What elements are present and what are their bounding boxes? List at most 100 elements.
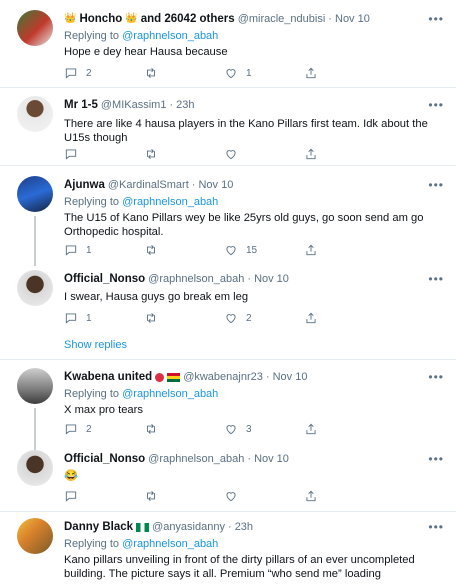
tweet-time[interactable]: · Nov 10: [247, 272, 289, 286]
share-button[interactable]: [304, 310, 384, 326]
retweet-button[interactable]: [144, 310, 224, 326]
tweet-text: 😂: [64, 470, 78, 482]
display-name[interactable]: Official_Nonso: [64, 272, 145, 286]
user-handle[interactable]: @MIKassim1: [101, 98, 167, 112]
tweet-time[interactable]: · 23h: [228, 520, 253, 534]
crown-icon: 👑: [64, 13, 77, 24]
retweet-icon: [147, 149, 155, 159]
reply-button[interactable]: [64, 488, 144, 504]
tweet-text: I swear, Hausa guys go break em leg: [64, 291, 249, 303]
retweet-button[interactable]: [144, 421, 224, 437]
thread-line: [34, 408, 36, 450]
display-name[interactable]: Official_Nonso: [64, 452, 145, 466]
heart-icon: [226, 492, 236, 502]
tweet-2[interactable]: Mr 1-5 @MIKassim1 · 23h There are like 4…: [0, 88, 456, 166]
reply-handle-link[interactable]: @raphnelson_abah: [122, 388, 218, 400]
avatar[interactable]: [17, 368, 53, 404]
share-button[interactable]: [304, 65, 384, 81]
retweet-icon: [147, 68, 155, 78]
tweet-text: The U15 of Kano Pillars wey be like 25yr…: [64, 212, 424, 238]
avatar[interactable]: [17, 270, 53, 306]
avatar[interactable]: [17, 10, 53, 46]
retweet-icon: [147, 313, 155, 323]
share-button[interactable]: [304, 421, 384, 437]
reply-button[interactable]: 1: [64, 242, 144, 258]
display-name[interactable]: Honcho: [79, 12, 122, 26]
more-options-icon[interactable]: •••: [428, 452, 444, 466]
share-icon: [306, 244, 316, 256]
ghana-flag-icon: [167, 372, 181, 382]
tweet-time[interactable]: · Nov 10: [328, 12, 370, 26]
reply-handle-link[interactable]: @raphnelson_abah: [122, 538, 218, 550]
reply-button[interactable]: [64, 146, 144, 162]
user-handle[interactable]: @KardinalSmart: [108, 178, 189, 192]
like-button[interactable]: [224, 146, 304, 162]
more-options-icon[interactable]: •••: [428, 520, 444, 534]
share-icon: [306, 490, 316, 502]
share-icon: [306, 423, 316, 435]
reply-handle-link[interactable]: @raphnelson_abah: [122, 30, 218, 42]
retweet-icon: [147, 245, 155, 255]
like-button[interactable]: 1: [224, 65, 304, 81]
retweet-button[interactable]: [144, 146, 224, 162]
tweet-text: Hope e dey hear Hausa because: [64, 46, 228, 58]
display-name[interactable]: Kwabena united: [64, 370, 152, 384]
replying-to: Replying to @raphnelson_abah: [64, 538, 219, 550]
avatar[interactable]: [17, 176, 53, 212]
tweet-6[interactable]: Official_Nonso @raphnelson_abah · Nov 10…: [0, 446, 456, 512]
more-options-icon[interactable]: •••: [428, 272, 444, 286]
tweet-text: Kano pillars unveiling in front of the d…: [64, 554, 415, 580]
tweet-1[interactable]: 👑 Honcho 👑 and 26042 others @miracle_ndu…: [0, 0, 456, 88]
reply-icon: [65, 149, 77, 160]
more-options-icon[interactable]: •••: [428, 178, 444, 192]
more-options-icon[interactable]: •••: [428, 98, 444, 112]
share-button[interactable]: [304, 242, 384, 258]
user-handle[interactable]: @raphnelson_abah: [148, 272, 244, 286]
tweet-time[interactable]: · Nov 10: [247, 452, 289, 466]
retweet-icon: [147, 491, 155, 501]
display-name[interactable]: Mr 1-5: [64, 98, 98, 112]
like-button[interactable]: 15: [224, 242, 304, 258]
thread-line: [34, 216, 36, 266]
display-name[interactable]: Ajunwa: [64, 178, 105, 192]
like-button[interactable]: 3: [224, 421, 304, 437]
avatar[interactable]: [17, 96, 53, 132]
display-name[interactable]: Danny Black: [64, 520, 133, 534]
user-handle[interactable]: @kwabenajnr23: [183, 370, 263, 384]
tweet-time[interactable]: · Nov 10: [192, 178, 234, 192]
share-button[interactable]: [304, 146, 384, 162]
like-button[interactable]: 2: [224, 310, 304, 326]
like-button[interactable]: [224, 488, 304, 504]
share-icon: [306, 148, 316, 160]
reply-button[interactable]: 2: [64, 65, 144, 81]
user-handle[interactable]: @anyasidanny: [152, 520, 225, 534]
heart-icon: [226, 246, 236, 256]
tweet-3[interactable]: Ajunwa @KardinalSmart · Nov 10 Replying …: [0, 166, 456, 266]
tweet-time[interactable]: · 23h: [169, 98, 194, 112]
heart-icon: [226, 150, 236, 160]
reply-button[interactable]: 1: [64, 310, 144, 326]
user-handle[interactable]: @miracle_ndubisi: [238, 12, 326, 26]
retweet-button[interactable]: [144, 65, 224, 81]
retweet-button[interactable]: [144, 488, 224, 504]
crown-icon: 👑: [125, 13, 138, 24]
replying-to: Replying to @raphnelson_abah: [64, 30, 219, 42]
avatar[interactable]: [17, 518, 53, 554]
user-handle[interactable]: @raphnelson_abah: [148, 452, 244, 466]
reply-handle-link[interactable]: @raphnelson_abah: [122, 196, 218, 208]
replying-to: Replying to @raphnelson_abah: [64, 388, 219, 400]
tweet-time[interactable]: · Nov 10: [266, 370, 308, 384]
display-name-extra: and 26042 others: [140, 13, 235, 25]
more-options-icon[interactable]: •••: [428, 370, 444, 384]
show-replies-link[interactable]: Show replies: [64, 339, 127, 351]
more-options-icon[interactable]: •••: [428, 12, 444, 26]
heart-icon: [226, 314, 236, 324]
heart-icon: [226, 69, 236, 79]
tweet-7[interactable]: Danny Black @anyasidanny · 23h Replying …: [0, 512, 456, 585]
reply-button[interactable]: 2: [64, 421, 144, 437]
share-button[interactable]: [304, 488, 384, 504]
tweet-5[interactable]: Kwabena united @kwabenajnr23 · Nov 10 Re…: [0, 360, 456, 450]
retweet-button[interactable]: [144, 242, 224, 258]
replying-to: Replying to @raphnelson_abah: [64, 196, 219, 208]
avatar[interactable]: [17, 450, 53, 486]
